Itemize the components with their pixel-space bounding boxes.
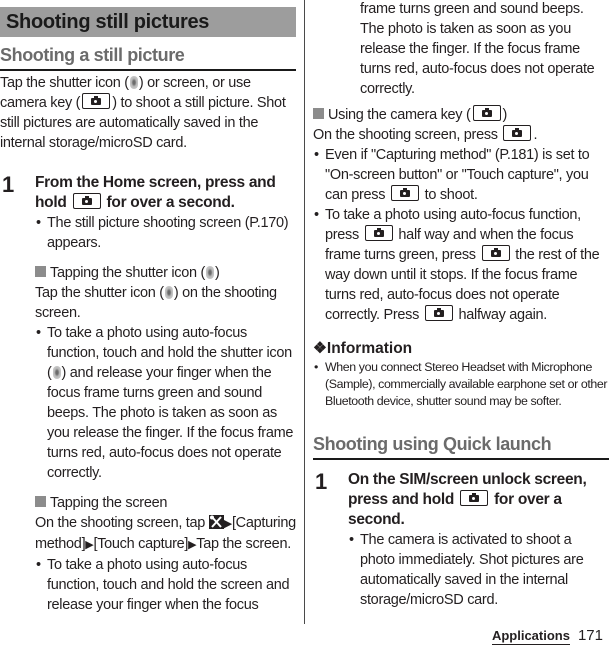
bullet-text: halfway again. (454, 307, 547, 323)
intro-text-1: Tap the shutter icon ( (0, 75, 129, 91)
camera-key-icon (72, 193, 101, 209)
list-item: • Even if "Capturing method" (P.181) is s… (313, 145, 609, 205)
list-item: • The still picture shooting screen (P.17… (35, 213, 296, 253)
camkey-text: On the shooting screen, press . (313, 125, 609, 145)
bullet-text: to shoot. (420, 187, 478, 203)
bullet-text: frame turns green and sound beeps. The p… (360, 1, 595, 97)
step-number: 1 (2, 172, 15, 197)
shutter-icon (52, 366, 61, 379)
step-1: 1 From the Home screen, press and hold f… (0, 172, 296, 615)
list-item: • To take a photo using auto-focus functi… (313, 205, 609, 325)
page-number: 171 (577, 627, 603, 644)
shutter-icon (206, 266, 215, 279)
screen-bullets: • To take a photo using auto-focus functi… (35, 555, 296, 615)
continued-bullet: frame turns green and sound beeps. The p… (348, 0, 609, 99)
camera-key-icon (364, 225, 393, 241)
camera-key-block: Using the camera key () On the shooting … (313, 105, 609, 325)
bullet-icon: • (36, 557, 41, 573)
camera-key-icon (390, 185, 419, 201)
camera-key-icon (82, 93, 111, 109)
bullet-text: The camera is activated to shoot a photo… (360, 532, 584, 608)
tapping-screen-block: Tapping the screen On the shooting scree… (35, 493, 296, 615)
square-marker-icon (35, 266, 46, 277)
subheading-shooting-still: Shooting a still picture (0, 37, 296, 71)
list-item: frame turns green and sound beeps. The p… (348, 0, 609, 99)
information-list: • When you connect Stereo Headset with Mi… (313, 359, 609, 410)
shutter-text: Tap the shutter icon () on the shooting … (35, 283, 296, 323)
sub-title-shutter: Tapping the shutter icon () (35, 263, 296, 283)
square-marker-icon (35, 496, 46, 507)
shutter-bullets: • To take a photo using auto-focus functi… (35, 323, 296, 483)
menu-step: [Touch capture] (93, 536, 189, 552)
list-item: • When you connect Stereo Headset with Mi… (313, 359, 609, 410)
text-part: On the shooting screen, tap (35, 515, 209, 531)
sub-title-screen: Tapping the screen (35, 493, 296, 513)
camera-key-icon (481, 245, 510, 261)
camera-key-icon (424, 305, 453, 321)
step-number: 1 (315, 469, 328, 494)
tools-icon (208, 515, 224, 529)
information-title: ❖Information (313, 340, 413, 357)
bullet-icon: • (36, 325, 41, 341)
step-title-text-2: for over a second. (102, 194, 235, 211)
list-item: • To take a photo using auto-focus functi… (35, 555, 296, 615)
bullet-icon: • (36, 215, 41, 231)
bullet-icon: • (349, 532, 354, 548)
screen-text: On the shooting screen, tap ▶[Capturing … (35, 513, 296, 555)
sub-title-text-1: Tapping the shutter icon ( (50, 265, 206, 281)
bullet-text: When you connect Stereo Headset with Mic… (325, 360, 608, 408)
sub-title-text-2: ) (502, 107, 508, 123)
text-part: On the shooting screen, press (313, 127, 502, 143)
quick-bullets: • The camera is activated to shoot a phot… (348, 530, 609, 610)
right-continued: frame turns green and sound beeps. The p… (313, 0, 609, 99)
shutter-icon-block: Tapping the shutter icon () Tap the shut… (35, 263, 296, 483)
bullet-text: The still picture shooting screen (P.170… (47, 215, 289, 251)
step-1-bullets: • The still picture shooting screen (P.17… (35, 213, 296, 253)
text-part: Tap the shutter icon ( (35, 285, 164, 301)
bullet-icon: • (314, 207, 319, 223)
list-item: • To take a photo using auto-focus functi… (35, 323, 296, 483)
quick-step-1: 1 On the SIM/screen unlock screen, press… (313, 469, 609, 610)
camera-key-icon (503, 125, 532, 141)
subheading-quick-launch: Shooting using Quick launch (313, 426, 609, 460)
arrow-icon: ▶ (223, 518, 232, 530)
page-footer: Applications 171 (491, 627, 603, 645)
section-title: Shooting still pictures (0, 7, 296, 37)
menu-step: Tap the screen. (196, 536, 291, 552)
camera-key-icon (460, 490, 489, 506)
sub-title-text-2: ) (215, 265, 220, 281)
footer-section-label: Applications (491, 628, 570, 645)
shutter-icon (129, 76, 138, 89)
intro-paragraph: Tap the shutter icon () or screen, or us… (0, 73, 296, 153)
list-item: • The camera is activated to shoot a phot… (348, 530, 609, 610)
sub-title-camkey: Using the camera key () (313, 105, 609, 125)
text-part: . (533, 127, 538, 143)
camkey-bullets: • Even if "Capturing method" (P.181) is s… (313, 145, 609, 325)
sub-title-text-1: Using the camera key ( (328, 107, 471, 123)
left-column: Shooting still pictures Shooting a still… (0, 0, 296, 615)
right-column: frame turns green and sound beeps. The p… (313, 0, 609, 610)
shutter-icon (164, 286, 173, 299)
square-marker-icon (313, 108, 324, 119)
step-title: From the Home screen, press and hold for… (35, 173, 296, 213)
step-title: On the SIM/screen unlock screen, press a… (348, 470, 609, 530)
bullet-text: ) and release your finger when the focus… (47, 365, 294, 481)
sub-title-text: Tapping the screen (50, 495, 168, 511)
bullet-icon: • (314, 147, 319, 163)
bullet-text: To take a photo using auto-focus functio… (47, 557, 290, 613)
camera-key-icon (472, 105, 501, 121)
column-divider (304, 0, 305, 624)
bullet-icon: • (314, 360, 318, 374)
